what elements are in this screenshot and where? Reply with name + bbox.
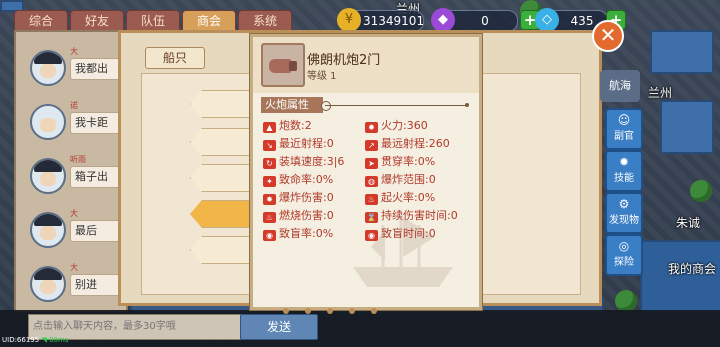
item-name: 佛朗机炮2门 [307,53,381,68]
tab-team[interactable]: 队伍 [126,10,180,32]
gold-value: 31349101 [363,14,425,28]
chat-message[interactable]: 大 别进 [20,262,132,308]
status-bar: UID:66195 ◥ 80ms [2,336,68,344]
item-header: 佛朗机炮2门 等级 1 [253,37,479,93]
stat-firepower: ✹ 火力:360 [365,117,428,133]
gold-coin-icon: ¥ [337,8,361,32]
gear-icon: ⚙ [618,197,630,211]
tree [615,290,637,312]
bottom-decoration [283,299,443,314]
wifi-icon: ◥ [41,336,47,344]
explore-button[interactable]: ◎ 探险 [605,234,643,276]
sender-name: 大 [70,209,78,218]
stat-max-range: ↗ 最远射程:260 [365,135,450,151]
adjutant-icon: ☺ [617,113,631,127]
sender-name: 大 [70,263,78,272]
chat-message[interactable]: 听雨 箱子出 [20,154,132,200]
adjutant-button[interactable]: ☺ 副官 [605,108,643,150]
gem-counter: ◆ 0 [431,8,518,32]
stat-burn-damage: ♨ 燃烧伤害:0 [263,207,334,223]
uid-text: UID:66195 [2,336,40,344]
map-label[interactable]: 兰州 [648,84,672,101]
stat-explosion-damage: ✸ 爆炸伤害:0 [263,189,334,205]
stat-ignite-rate: ♨ 起火率:0% [365,189,435,205]
stat-explosion-range: ◍ 爆炸范围:0 [365,171,436,187]
tab-general[interactable]: 综合 [14,10,68,32]
discoveries-label: 发现物 [609,215,639,226]
player-avatar[interactable] [30,266,66,302]
purple-gem-icon: ◆ [431,8,455,32]
section-divider-dot [321,101,331,111]
send-button[interactable]: 发送 [240,314,318,340]
section-divider-end [465,103,469,107]
compass-icon: ◎ [618,239,630,253]
stat-crit-rate: ✦ 致命率:0% [263,171,333,187]
player-avatar[interactable] [30,104,66,140]
section-title: 火炮属性 [261,97,323,113]
building-roof [650,30,714,74]
player-avatar[interactable] [30,50,66,86]
stat-reload-speed: ↻ 装填速度:3|6 [263,153,344,169]
item-level: 等级 1 [307,71,337,82]
item-detail-popup: 佛朗机炮2门 等级 1 火炮属性 ▲ 炮数:2 ↘ 最近射程:0 ↻ 装填速度:3|6… [250,34,482,314]
explore-label: 探险 [614,257,634,268]
fire-icon: ✹ [618,155,630,169]
map-label[interactable]: 朱诚 [676,214,700,231]
gem-value: 0 [481,14,489,28]
shop-category-header[interactable]: 船只 [145,47,205,69]
chat-message[interactable]: 大 最后 [20,208,132,254]
stat-penetration: ➤ 贯穿率:0% [365,153,435,169]
tree [690,180,712,202]
diamond-icon: ◇ [535,8,559,32]
chat-message[interactable]: 诺 我卡距 [20,100,132,146]
stat-cannon-count: ▲ 炮数:2 [263,117,312,133]
stat-min-range: ↘ 最近射程:0 [263,135,334,151]
tab-friends[interactable]: 好友 [70,10,124,32]
sender-name: 大 [70,47,78,56]
tab-sailing[interactable]: 航海 [600,70,640,102]
building-roof [640,240,720,314]
building-roof [660,100,714,154]
skills-button[interactable]: ✹ 技能 [605,150,643,192]
chat-channel-tabs: 综合 好友 队伍 商会 系统 [14,10,294,32]
stat-dot-duration: ⌛ 持续伤害时间:0 [365,209,458,223]
ping-text: 80ms [49,336,69,344]
gold-counter: ¥ 31349101 [337,8,425,32]
stat-blind-duration: ◉ 致盲时间:0 [365,225,436,241]
close-button[interactable]: ✕ [592,20,624,52]
section-divider [325,105,467,106]
chat-message[interactable]: 大 我都出 [20,46,132,92]
adjutant-label: 副官 [614,131,634,142]
stat-blind-rate: ◉ 致盲率:0% [263,225,333,241]
discoveries-button[interactable]: ⚙ 发现物 [605,192,643,234]
cannon-icon [261,43,305,87]
tab-guild[interactable]: 商会 [182,10,236,32]
skills-label: 技能 [614,173,634,184]
sender-name: 听雨 [70,155,86,164]
player-avatar[interactable] [30,158,66,194]
player-avatar[interactable] [30,212,66,248]
map-label[interactable]: 我的商会 [668,260,716,277]
chat-panel: 大 我都出 诺 我卡距 听雨 箱子出 大 最后 大 别进 [14,30,132,312]
tab-system[interactable]: 系统 [238,10,292,32]
sender-name: 诺 [70,101,78,110]
